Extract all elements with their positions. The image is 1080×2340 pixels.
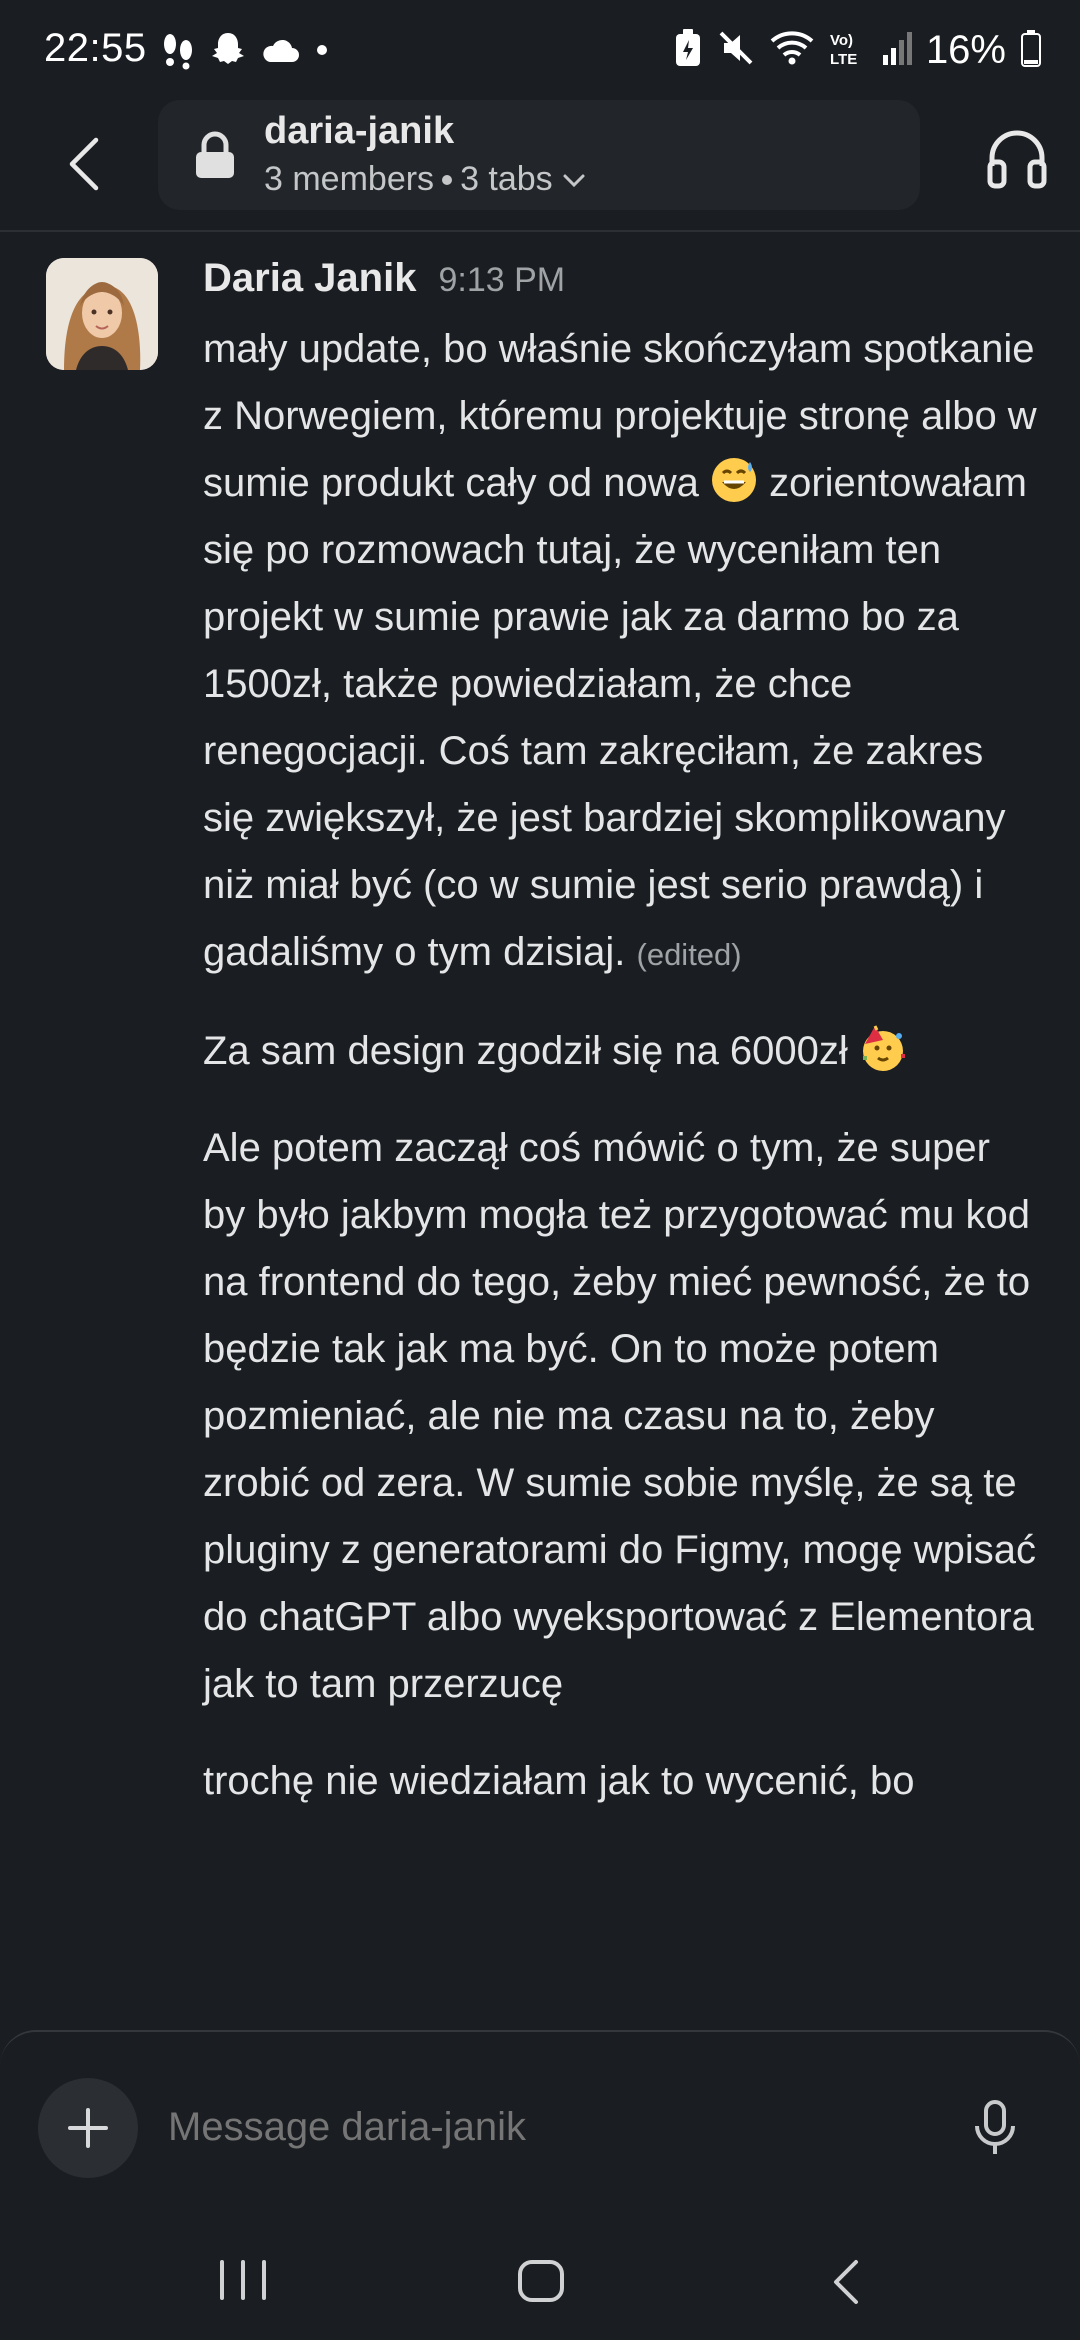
message-paragraph: trochę nie wiedziałam jak to wycenić, bo (203, 1748, 1043, 1815)
voice-message-button[interactable] (970, 2098, 1020, 2158)
paragraph-text: zorientowałam się po rozmowach tutaj, że… (203, 461, 1027, 974)
huddle-headphones-button[interactable] (984, 126, 1050, 192)
channel-header: daria-janik 3 members 3 tabs (0, 100, 1080, 232)
chevron-down-icon (563, 174, 585, 187)
wifi-icon (770, 29, 814, 72)
home-icon (518, 2260, 564, 2302)
svg-text:Vo): Vo) (830, 32, 853, 49)
status-time: 22:55 (44, 26, 147, 70)
add-attachment-button[interactable] (38, 2078, 138, 2178)
message-paragraph: mały update, bo właśnie skończyłam spotk… (203, 316, 1043, 988)
home-button[interactable] (516, 2258, 566, 2309)
message-body: mały update, bo właśnie skończyłam spotk… (203, 316, 1043, 1845)
cloud-icon (260, 36, 300, 69)
channel-meta: 3 members 3 tabs (264, 160, 587, 199)
back-button[interactable] (56, 128, 112, 200)
battery-saver-icon (674, 28, 702, 73)
author-name[interactable]: Daria Janik (203, 256, 416, 301)
channel-info-button[interactable]: daria-janik 3 members 3 tabs (158, 100, 920, 210)
back-arrow-icon (834, 2260, 858, 2304)
svg-text:LTE: LTE (830, 51, 857, 68)
message-paragraph: Za sam design zgodził się na 6000zł (203, 1018, 1043, 1085)
mute-icon (716, 28, 756, 73)
paragraph-text: trochę nie wiedziałam jak to wycenić, bo (203, 1759, 915, 1803)
back-nav-button[interactable] (826, 2258, 866, 2311)
battery-percentage: 16% (925, 28, 1006, 72)
members-count: 3 members (264, 160, 435, 198)
system-navigation-bar (0, 2220, 1080, 2340)
tabs-count: 3 tabs (460, 160, 553, 198)
message-time: 9:13 PM (438, 261, 566, 299)
channel-name: daria-janik (264, 110, 455, 152)
status-bar: 22:55 Vo) LTE 16% (0, 0, 1080, 100)
recent-apps-icon (220, 2260, 266, 2300)
screen: 22:55 Vo) LTE 16% daria-janik 3 members … (0, 0, 1080, 2340)
message-paragraph: Ale potem zaczął coś mówić o tym, że sup… (203, 1115, 1043, 1718)
dot-icon (314, 42, 330, 63)
sweat-smile-emoji-icon (710, 456, 758, 504)
message-header: Daria Janik 9:13 PM (203, 256, 565, 301)
message-input[interactable] (166, 2104, 930, 2151)
signal-icon (882, 31, 912, 70)
chevron-left-icon (69, 137, 99, 191)
recent-apps-button[interactable] (216, 2258, 270, 2307)
paragraph-text: Za sam design zgodził się na 6000zł (203, 1029, 848, 1073)
plus-icon (68, 2108, 108, 2148)
status-system-icons: Vo) LTE 16% (674, 28, 1042, 73)
edited-label: (edited) (636, 937, 742, 972)
status-notification-icons (160, 30, 330, 75)
avatar[interactable] (46, 258, 158, 370)
snapchat-icon (210, 31, 246, 74)
battery-icon (1020, 29, 1042, 72)
headphones-icon (987, 130, 1047, 189)
volte-icon: Vo) LTE (828, 28, 868, 73)
lock-icon (194, 130, 236, 185)
footsteps-icon (160, 30, 196, 75)
paragraph-text: Ale potem zaczął coś mówić o tym, że sup… (203, 1126, 1036, 1706)
separator-dot (442, 174, 453, 185)
microphone-icon (975, 2100, 1015, 2154)
partying-face-emoji-icon (859, 1024, 907, 1072)
